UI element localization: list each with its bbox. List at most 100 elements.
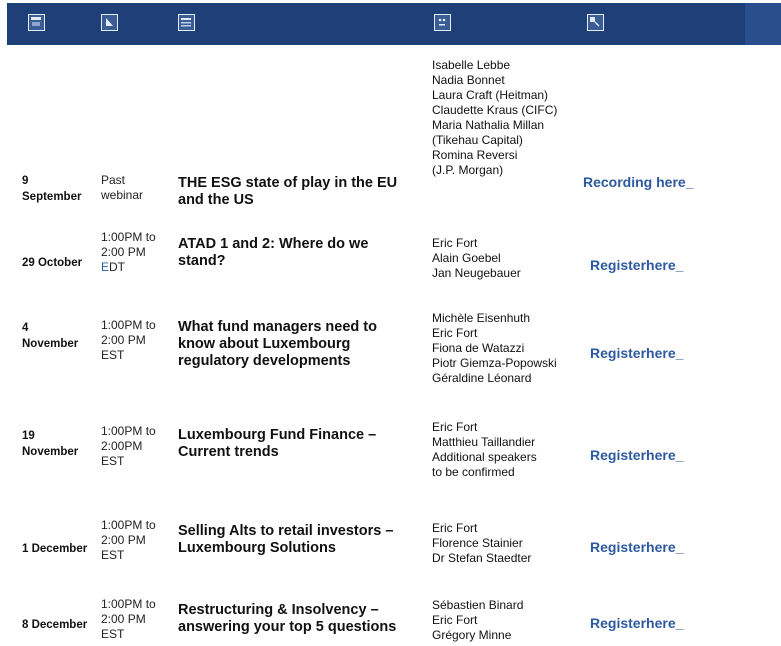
speaker-name: Nadia Bonnet [432, 73, 505, 87]
event-speakers: Eric Fort Matthieu Taillandier Additional … [432, 420, 537, 480]
event-date-line: 19 [22, 430, 35, 442]
event-speakers: Eric Fort Florence Stainier Dr Stefan Stae… [432, 521, 531, 566]
event-time-line: EST [101, 454, 125, 468]
event-speakers: Michèle Eisenhuth Eric Fort Fiona de Wataz… [432, 311, 557, 386]
speaker-name: (J.P. Morgan) [432, 163, 504, 177]
event-time-line: EDT [101, 260, 156, 275]
action-label[interactable]: Register [590, 539, 646, 555]
event-time-line: EST [101, 348, 125, 362]
action-label[interactable]: Recording here_ [583, 174, 693, 190]
event-date-line: 29 October [22, 257, 83, 269]
speaker-name: Claudette Kraus (CIFC) [432, 103, 558, 117]
speaker-name: Romina Reversi [432, 148, 518, 162]
event-title-line: Current trends [178, 444, 279, 460]
event-title: THE ESG state of play in the EU and the U… [178, 175, 423, 209]
event-date-line: November [22, 446, 79, 458]
event-title-line: ATAD 1 and 2: Where do we [178, 236, 369, 252]
event-time-line: EST [101, 627, 125, 641]
event-title-line: answering your top 5 questions [178, 619, 397, 635]
event-title: Luxembourg Fund Finance – Current trends [178, 427, 423, 461]
event-date: 19 November [22, 428, 78, 460]
event-title: ATAD 1 and 2: Where do we stand? [178, 236, 423, 270]
speaker-name: Isabelle Lebbe [432, 58, 511, 72]
action-link-here[interactable]: here_ [646, 257, 683, 273]
register-link[interactable]: Registerhere_ [590, 257, 683, 275]
event-time: 1:00PM to 2:00 PM EST [101, 318, 156, 363]
event-title: Selling Alts to retail investors – Luxemb… [178, 523, 423, 557]
register-link[interactable]: Registerhere_ [590, 539, 683, 557]
speaker-name: Piotr Giemza-Popowski [432, 356, 557, 370]
speaker-name: Florence Stainier [432, 536, 523, 550]
event-time-line: Past [101, 173, 126, 187]
speaker-name: Alain Goebel [432, 251, 501, 265]
event-title-line: and the US [178, 192, 254, 208]
event-time: Past webinar [101, 173, 143, 203]
action-label[interactable]: Register [590, 345, 646, 361]
event-title-line: regulatory developments [178, 353, 351, 369]
event-date-line: September [22, 191, 82, 203]
event-date-line: 1 December [22, 543, 88, 555]
speaker-name: Grégory Minne [432, 628, 512, 642]
table-header-bar [7, 3, 781, 45]
event-date-line: 4 [22, 322, 29, 334]
action-label[interactable]: Register [590, 257, 646, 273]
event-time-line: 1:00PM to [101, 597, 156, 611]
event-time-line: 1:00PM to [101, 424, 156, 438]
register-link[interactable]: Registerhere_ [590, 615, 683, 633]
event-date: 8 December [22, 617, 87, 633]
event-time-line: 1:00PM to [101, 318, 156, 332]
speakers-icon [434, 14, 451, 31]
clock-icon [101, 14, 118, 31]
event-time-line: 1:00PM to [101, 230, 156, 244]
action-label[interactable]: Register [590, 447, 646, 463]
register-link[interactable]: Registerhere_ [590, 447, 683, 465]
event-time-line: 2:00 PM [101, 245, 146, 259]
event-time: 1:00PM to 2:00 PM EDT [101, 230, 156, 275]
event-title: What fund managers need to know about Lux… [178, 319, 423, 370]
action-link-here[interactable]: here_ [646, 615, 683, 631]
event-time-line: 2:00PM [101, 439, 143, 453]
event-date: 29 October [22, 255, 82, 271]
event-time-line: EST [101, 548, 125, 562]
action-link-here[interactable]: here_ [646, 447, 683, 463]
speaker-name: (Tikehau Capital) [432, 133, 523, 147]
speaker-name: Matthieu Taillandier [432, 435, 536, 449]
speaker-name: Eric Fort [432, 236, 478, 250]
event-time-line: 2:00 PM [101, 612, 146, 626]
event-title: Restructuring & Insolvency – answering yo… [178, 602, 423, 636]
event-time-line: 1:00PM to [101, 518, 156, 532]
speaker-name: Eric Fort [432, 420, 478, 434]
recording-link[interactable]: Recording here_ [583, 174, 693, 192]
speaker-name: Dr Stefan Staedter [432, 551, 532, 565]
speaker-name: Eric Fort [432, 613, 478, 627]
webinar-schedule: 9 September Past webinar THE ESG state of pl… [0, 0, 781, 646]
action-link-here[interactable]: here_ [646, 345, 683, 361]
register-link[interactable]: Registerhere_ [590, 345, 683, 363]
register-icon [587, 14, 604, 31]
action-label[interactable]: Register [590, 615, 646, 631]
event-date: 9 September [22, 173, 81, 205]
speaker-name: Additional speakers [432, 450, 537, 464]
speaker-name: Jan Neugebauer [432, 266, 521, 280]
event-speakers: Sébastien Binard Eric Fort Grégory Minne [432, 598, 523, 643]
event-speakers: Isabelle Lebbe Nadia Bonnet Laura Craft (H… [432, 58, 557, 178]
header-corner [745, 3, 781, 45]
time-zone-accent: E [101, 260, 110, 274]
speaker-name: Sébastien Binard [432, 598, 524, 612]
event-title-line: Luxembourg Solutions [178, 540, 336, 556]
speaker-name: Géraldine Léonard [432, 371, 532, 385]
event-title-line: Selling Alts to retail investors – [178, 523, 394, 539]
event-date-line: 8 December [22, 619, 88, 631]
event-time: 1:00PM to 2:00PM EST [101, 424, 156, 469]
event-title-line: stand? [178, 253, 226, 269]
event-title-line: Restructuring & Insolvency – [178, 602, 379, 618]
event-speakers: Eric Fort Alain Goebel Jan Neugebauer [432, 236, 521, 281]
event-time: 1:00PM to 2:00 PM EST [101, 597, 156, 642]
action-link-here[interactable]: here_ [646, 539, 683, 555]
event-date: 4 November [22, 320, 78, 352]
speaker-name: Michèle Eisenhuth [432, 311, 531, 325]
event-title-line: know about Luxembourg [178, 336, 351, 352]
speaker-name: Eric Fort [432, 326, 478, 340]
speaker-name: Laura Craft (Heitman) [432, 88, 549, 102]
speaker-name: to be confirmed [432, 465, 515, 479]
